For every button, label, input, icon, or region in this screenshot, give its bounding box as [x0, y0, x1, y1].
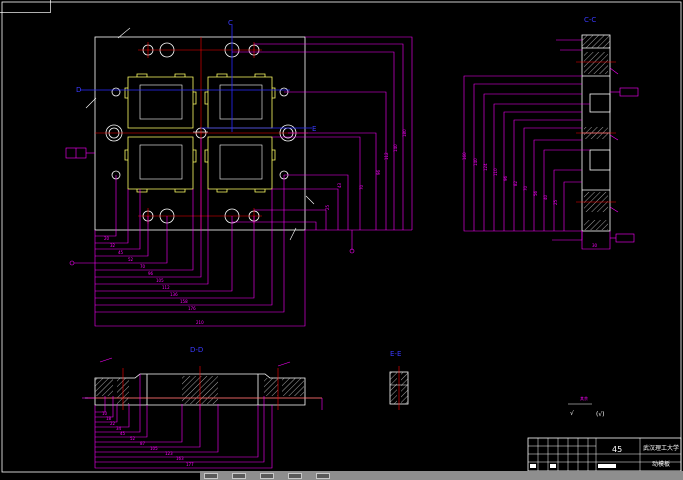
- section-e-view: E-E: [389, 350, 409, 410]
- svg-text:82: 82: [513, 180, 518, 186]
- svg-text:25: 25: [553, 199, 558, 205]
- paper-icon[interactable]: [204, 472, 218, 479]
- plan-dims-bottom: [69, 138, 306, 327]
- plan-view: C D E 180 140 112 96 70 43 25 203245 527…: [65, 19, 413, 327]
- flatness-callout: [65, 147, 95, 159]
- snap-icon[interactable]: [260, 472, 274, 479]
- section-c-label: C-C: [584, 16, 596, 24]
- svg-text:140: 140: [393, 144, 398, 152]
- svg-text:124: 124: [483, 163, 488, 171]
- plan-dim-values-right: 180 140 112 96 70 43 25: [325, 129, 407, 210]
- svg-text:30: 30: [592, 243, 598, 248]
- centerlines: [95, 37, 308, 230]
- title-block: 45 武汉理工大学 动模板: [527, 437, 682, 472]
- section-c-dim-values: 160 140 124 110 96 82 70 56 40 25 30: [462, 152, 598, 248]
- svg-text:52: 52: [128, 257, 134, 262]
- roughness-symbol-paren: (√): [596, 411, 605, 418]
- svg-text:163: 163: [176, 456, 184, 461]
- svg-text:25: 25: [325, 204, 330, 210]
- section-d-label: D-D: [190, 346, 203, 354]
- section-mark-e: E: [312, 125, 316, 133]
- section-c-hatch: [582, 35, 610, 230]
- section-e-label: E-E: [390, 350, 401, 358]
- cad-drawing-window: C D E 180 140 112 96 70 43 25 20 32 45 5…: [0, 0, 683, 480]
- svg-text:210: 210: [196, 320, 204, 325]
- grid-icon[interactable]: [288, 472, 302, 479]
- svg-text:123: 123: [165, 451, 173, 456]
- roughness-symbol: √: [570, 410, 574, 417]
- svg-text:96: 96: [376, 169, 381, 175]
- svg-text:52: 52: [130, 436, 136, 441]
- svg-text:45: 45: [118, 250, 124, 255]
- svg-text:160: 160: [462, 152, 467, 160]
- section-c-view: C-C 160 140 124 110 96 82 70 56 40 25 30: [462, 16, 639, 250]
- part-name: 动模板: [652, 460, 670, 468]
- svg-text:96: 96: [503, 175, 508, 181]
- svg-text:45: 45: [120, 431, 126, 436]
- section-axes: [80, 25, 312, 132]
- svg-text:105: 105: [156, 278, 164, 283]
- svg-text:180: 180: [402, 129, 407, 137]
- svg-text:70: 70: [359, 184, 364, 190]
- roughness-label: 其余: [580, 395, 588, 401]
- sheet-number: 45: [612, 445, 622, 454]
- ortho-icon[interactable]: [316, 472, 330, 479]
- svg-text:112: 112: [162, 285, 170, 290]
- section-d-dims: [82, 357, 323, 469]
- section-d-dim-values: 101822 344552 87105123 163177: [102, 411, 194, 467]
- svg-text:22: 22: [110, 421, 116, 426]
- svg-text:140: 140: [473, 158, 478, 166]
- surface-roughness-note: 其余 √ (√): [568, 395, 605, 418]
- svg-text:158: 158: [180, 299, 188, 304]
- svg-text:176: 176: [188, 306, 196, 311]
- status-bar: [200, 471, 683, 480]
- svg-text:56: 56: [533, 190, 538, 196]
- svg-text:70: 70: [140, 264, 146, 269]
- layout-icon[interactable]: [232, 472, 246, 479]
- school-name: 武汉理工大学: [643, 444, 679, 452]
- plan-dim-values-bottom: 203245 52 7096 105 112136 158176 210: [104, 236, 204, 325]
- section-d-hatch: [95, 376, 304, 404]
- svg-text:32: 32: [110, 243, 116, 248]
- svg-text:105: 105: [150, 446, 158, 451]
- section-d-view: D-D 101822 344552 87105123 163177: [82, 346, 323, 469]
- svg-text:136: 136: [170, 292, 178, 297]
- svg-text:40: 40: [543, 194, 548, 200]
- svg-text:96: 96: [148, 271, 154, 276]
- section-mark-c: C: [228, 19, 233, 27]
- svg-text:43: 43: [337, 182, 342, 188]
- svg-text:177: 177: [186, 462, 194, 467]
- section-mark-d: D: [76, 86, 81, 94]
- section-c-dims: [463, 39, 639, 250]
- svg-text:70: 70: [523, 185, 528, 191]
- svg-text:87: 87: [140, 441, 146, 446]
- drawing-canvas[interactable]: C D E 180 140 112 96 70 43 25 203245 527…: [0, 0, 683, 480]
- svg-text:110: 110: [493, 168, 498, 176]
- svg-text:112: 112: [384, 152, 389, 160]
- plate-outline: [94, 36, 306, 231]
- svg-text:20: 20: [104, 236, 110, 241]
